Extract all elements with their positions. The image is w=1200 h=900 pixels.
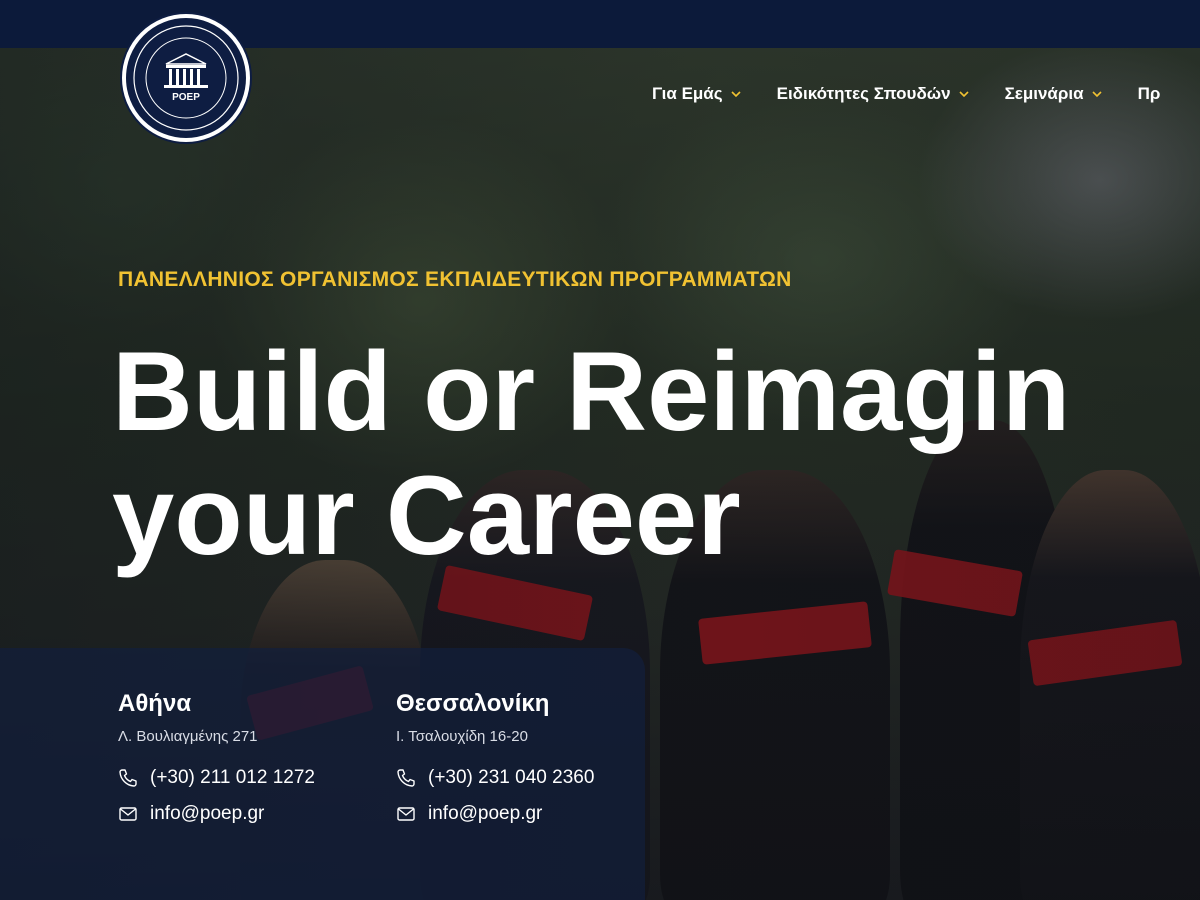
hero-headline-line: Build or Reimagin xyxy=(112,329,1071,454)
hero-headline-line: your Career xyxy=(112,453,741,578)
office-address: Ι. Τσαλουχίδη 16-20 xyxy=(396,728,528,745)
site-logo[interactable]: POEP xyxy=(122,14,250,142)
office-phone: (+30) 211 012 1272 xyxy=(150,767,315,788)
phone-icon xyxy=(397,769,415,787)
logo-text: POEP xyxy=(172,92,200,103)
office-phone-link[interactable]: (+30) 211 012 1272 xyxy=(118,767,315,789)
phone-icon xyxy=(119,769,137,787)
chevron-down-icon xyxy=(1092,91,1102,98)
classical-building-icon xyxy=(133,25,239,131)
chevron-down-icon xyxy=(959,91,969,98)
mail-icon xyxy=(397,807,415,821)
nav-item-label: Σεμινάρια xyxy=(1004,84,1084,103)
office-athens: Αθήνα Λ. Βουλιαγμένης 271 (+30) 211 012 … xyxy=(118,690,315,839)
chevron-down-icon xyxy=(731,91,741,98)
hero-subtitle: ΠΑΝΕΛΛΗΝΙΟΣ ΟΡΓΑΝΙΣΜΟΣ ΕΚΠΑΙΔΕΥΤΙΚΩΝ ΠΡΟ… xyxy=(118,268,792,291)
office-email: info@poep.gr xyxy=(428,803,543,824)
office-address: Λ. Βουλιαγμένης 271 xyxy=(118,728,258,745)
nav-item-about[interactable]: Για Εμάς xyxy=(652,84,741,104)
office-thessaloniki: Θεσσαλονίκη Ι. Τσαλουχίδη 16-20 (+30) 23… xyxy=(396,690,594,839)
main-nav: Για Εμάς Ειδικότητες Σπουδών Σεμινάρια Π… xyxy=(652,80,1160,108)
hero-headline: Build or Reimagin your Career xyxy=(112,330,1070,578)
nav-item-label: Για Εμάς xyxy=(652,84,723,103)
nav-item-specialties[interactable]: Ειδικότητες Σπουδών xyxy=(777,84,969,104)
office-email-link[interactable]: info@poep.gr xyxy=(396,803,594,825)
office-city: Θεσσαλονίκη xyxy=(396,690,550,717)
office-email-link[interactable]: info@poep.gr xyxy=(118,803,315,825)
nav-item-label: Πρ xyxy=(1137,84,1161,103)
office-email: info@poep.gr xyxy=(150,803,265,824)
nav-item-seminars[interactable]: Σεμινάρια xyxy=(1005,84,1102,104)
office-city: Αθήνα xyxy=(118,690,192,717)
mail-icon xyxy=(119,807,137,821)
office-phone: (+30) 231 040 2360 xyxy=(428,767,595,788)
nav-item-truncated[interactable]: Πρ xyxy=(1138,84,1161,104)
nav-item-label: Ειδικότητες Σπουδών xyxy=(776,84,951,103)
office-phone-link[interactable]: (+30) 231 040 2360 xyxy=(396,767,594,789)
